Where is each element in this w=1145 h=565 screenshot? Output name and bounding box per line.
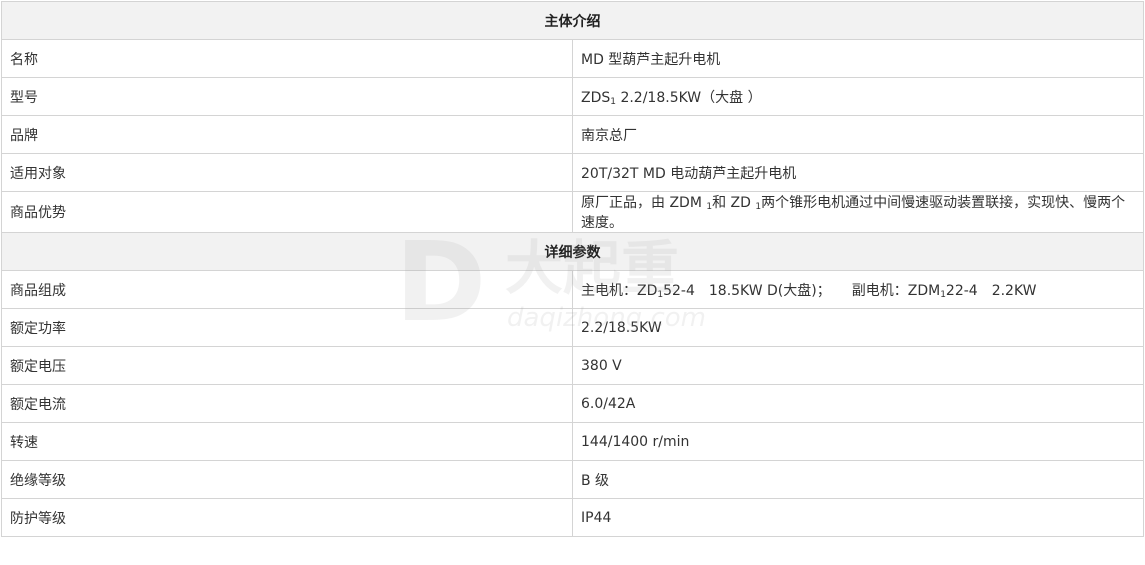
row-label: 型号 bbox=[1, 77, 573, 116]
row-value: 144/1400 r/min bbox=[572, 422, 1144, 461]
table-row: 防护等级 IP44 bbox=[1, 498, 1144, 537]
table-row: 额定电流 6.0/42A bbox=[1, 384, 1144, 423]
row-value: MD 型葫芦主起升电机 bbox=[572, 39, 1144, 78]
section-header-row: 详细参数 bbox=[1, 232, 1144, 271]
table-row: 商品优势 原厂正品，由 ZDM 1和 ZD 1两个锥形电机通过中间慢速驱动装置联… bbox=[1, 191, 1144, 233]
row-label: 防护等级 bbox=[1, 498, 573, 537]
table-row: 额定功率 2.2/18.5KW bbox=[1, 308, 1144, 347]
table-row: 额定电压 380 V bbox=[1, 346, 1144, 385]
row-label: 商品优势 bbox=[1, 191, 573, 233]
row-value: 南京总厂 bbox=[572, 115, 1144, 154]
row-value: 原厂正品，由 ZDM 1和 ZD 1两个锥形电机通过中间慢速驱动装置联接，实现快… bbox=[572, 191, 1144, 233]
table-row: 适用对象 20T/32T MD 电动葫芦主起升电机 bbox=[1, 153, 1144, 192]
row-label: 适用对象 bbox=[1, 153, 573, 192]
spec-table: 主体介绍 名称 MD 型葫芦主起升电机 型号 ZDS1 2.2/18.5KW（大… bbox=[1, 1, 1144, 537]
section-header-row: 主体介绍 bbox=[1, 1, 1144, 40]
section-title-params: 详细参数 bbox=[1, 232, 1144, 271]
table-row: 名称 MD 型葫芦主起升电机 bbox=[1, 39, 1144, 78]
row-value: 20T/32T MD 电动葫芦主起升电机 bbox=[572, 153, 1144, 192]
row-value: ZDS1 2.2/18.5KW（大盘 ） bbox=[572, 77, 1144, 116]
row-label: 额定电流 bbox=[1, 384, 573, 423]
row-value: B 级 bbox=[572, 460, 1144, 499]
row-value: 2.2/18.5KW bbox=[572, 308, 1144, 347]
section-title-intro: 主体介绍 bbox=[1, 1, 1144, 40]
row-label: 额定电压 bbox=[1, 346, 573, 385]
row-label: 绝缘等级 bbox=[1, 460, 573, 499]
row-label: 名称 bbox=[1, 39, 573, 78]
row-label: 额定功率 bbox=[1, 308, 573, 347]
table-row: 转速 144/1400 r/min bbox=[1, 422, 1144, 461]
row-value: 主电机：ZD152-4 18.5KW D(大盘)； 副电机：ZDM122-4 2… bbox=[572, 270, 1144, 309]
row-value: 380 V bbox=[572, 346, 1144, 385]
row-label: 转速 bbox=[1, 422, 573, 461]
table-row: 品牌 南京总厂 bbox=[1, 115, 1144, 154]
table-row: 型号 ZDS1 2.2/18.5KW（大盘 ） bbox=[1, 77, 1144, 116]
row-value: IP44 bbox=[572, 498, 1144, 537]
row-label: 品牌 bbox=[1, 115, 573, 154]
row-label: 商品组成 bbox=[1, 270, 573, 309]
row-value: 6.0/42A bbox=[572, 384, 1144, 423]
table-row: 绝缘等级 B 级 bbox=[1, 460, 1144, 499]
table-row: 商品组成 主电机：ZD152-4 18.5KW D(大盘)； 副电机：ZDM12… bbox=[1, 270, 1144, 309]
